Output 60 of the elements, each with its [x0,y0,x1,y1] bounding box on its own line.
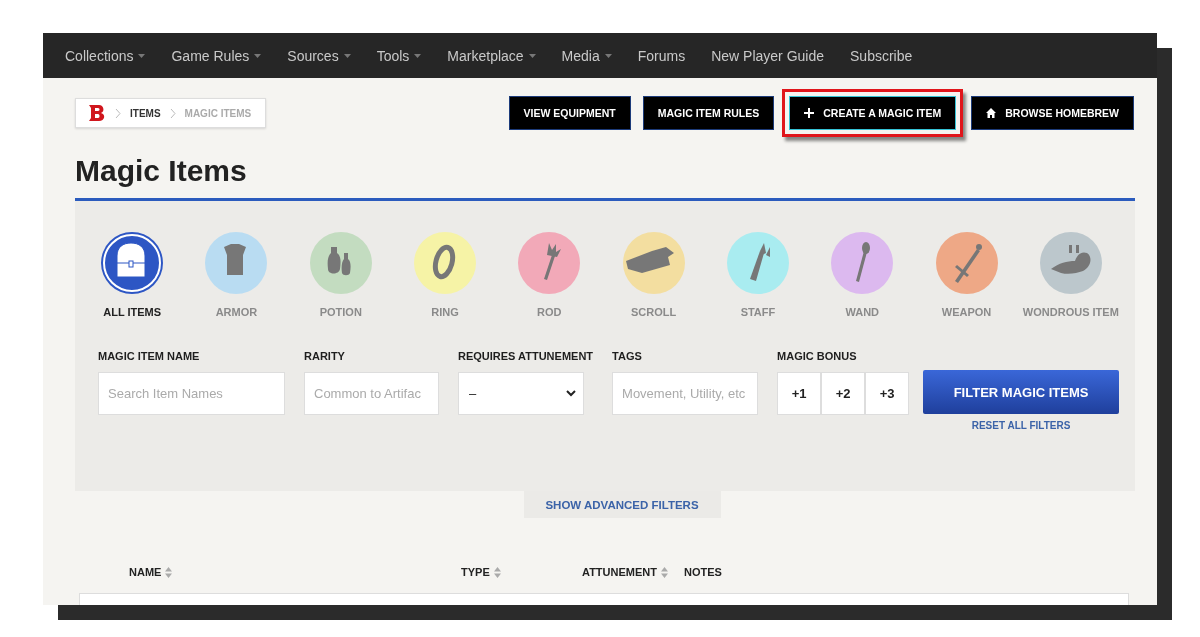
scroll-icon [621,231,686,295]
torch-icon [517,231,582,295]
bonus-button[interactable]: +3 [865,372,910,415]
name-search-field[interactable]: Search Item Names [98,372,285,415]
bonus-button[interactable]: +2 [821,372,866,415]
filter-button[interactable]: FILTER MAGIC ITEMS [923,370,1120,414]
caret-icon [604,53,612,58]
nav-link[interactable]: Sources [287,47,351,64]
field-label: TAGS [612,350,643,363]
nav-link[interactable]: Forums [637,47,686,64]
tags-field[interactable]: Movement, Utility, etc [612,372,759,415]
sort-icon [660,566,668,578]
attunement-select[interactable]: – [458,372,584,415]
sort-icon [165,566,173,578]
chevron-icon [566,390,576,397]
nav-link[interactable]: Marketplace [447,47,536,64]
field-label: REQUIRES ATTUNEMENT [458,350,594,363]
creature-icon [1038,231,1103,295]
reset-filters-link[interactable]: RESET ALL FILTERS [971,420,1071,431]
action-button[interactable]: VIEW EQUIPMENT [508,96,631,130]
rarity-field[interactable]: Common to Artifac [304,372,439,415]
column-header[interactable]: TYPE [461,566,501,578]
column-header[interactable]: NAME [129,566,173,578]
ring-icon [413,231,478,295]
logo-icon[interactable] [88,104,106,122]
field-label: RARITY [304,350,346,363]
field-label: MAGIC ITEM NAME [98,350,201,363]
staff-icon [725,231,790,295]
chevron-right-icon [169,107,176,119]
sort-icon [493,566,501,578]
field-label: MAGIC BONUS [777,350,858,363]
category-tab[interactable]: ALL ITEMS [80,231,185,318]
shirt-icon [204,231,269,295]
nav-link[interactable]: New Player Guide [711,47,825,64]
caret-icon [528,53,536,58]
nav-link[interactable]: Game Rules [171,47,262,64]
nav-link[interactable]: Media [561,47,612,64]
bonus-button[interactable]: +1 [777,372,822,415]
page-title: Magic Items [75,153,248,189]
column-header[interactable]: NOTES [684,566,722,578]
caret-icon [343,53,351,58]
action-button[interactable]: BROWSE HOMEBREW [971,96,1134,130]
caret-icon [138,53,146,58]
nav-link[interactable]: Collections [65,47,146,64]
action-button[interactable]: CREATE A MAGIC ITEM [789,96,957,130]
caret-icon [254,53,262,58]
advanced-filters-tab[interactable]: SHOW ADVANCED FILTERS [523,491,721,518]
action-button[interactable]: MAGIC ITEM RULES [642,96,775,130]
nav-link[interactable]: Subscribe [850,47,913,64]
column-header[interactable]: ATTUNEMENT [582,566,668,578]
caret-icon [414,53,422,58]
nav-link[interactable]: Tools [376,47,422,64]
chest-icon [100,231,165,295]
plus-icon [804,108,815,118]
bottles-icon [308,231,373,295]
chevron-right-icon [115,107,121,119]
home-icon [986,108,997,118]
wand-icon [830,231,895,295]
breadcrumb-link[interactable]: ITEMS [130,107,161,119]
sword-icon [934,231,999,295]
